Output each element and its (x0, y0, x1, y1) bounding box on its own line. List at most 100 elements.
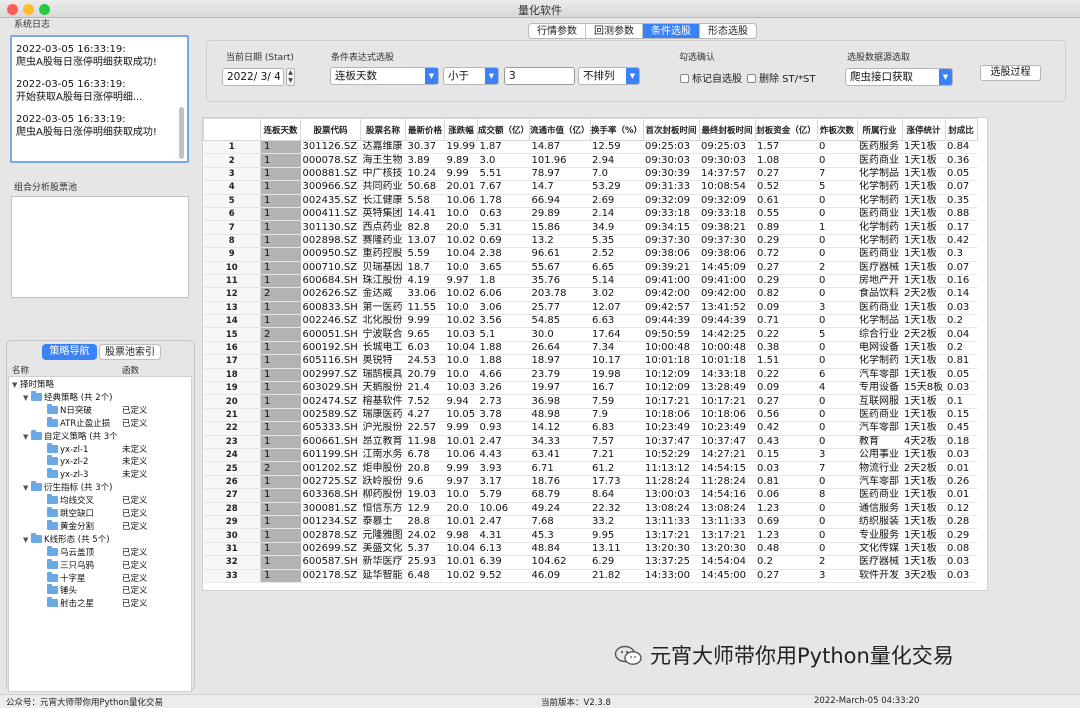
log-scrollbar[interactable] (179, 107, 184, 159)
table-cell: 0.88 (945, 207, 978, 222)
system-log-box[interactable]: 2022-03-05 16:33:19: 爬虫A股每日涨停明细获取成功! 2022-… (10, 35, 189, 163)
table-row[interactable]: 28 1 300081.SZ 恒信东方 12.9 20.0 10.06 49.24 22.32 1… (203, 502, 978, 516)
table-row[interactable]: 16 1 600192.SH 长城电工 6.03 10.04 1.88 26.64 7.34 10… (203, 341, 978, 356)
table-row[interactable]: 17 1 605116.SH 奥锐特 24.53 10.0 1.88 18.97 10.17 10… (203, 354, 978, 369)
date-stepper[interactable]: ▲ ▼ (286, 68, 295, 86)
table-cell: 奥锐特 (360, 354, 406, 369)
condition-operator-select[interactable]: 小于 ▼ (443, 67, 499, 85)
tree-item[interactable]: ATR止盈止损 (47, 416, 110, 431)
tab-3[interactable]: 条件选股 (643, 24, 700, 38)
table-row[interactable]: 11 1 600684.SH 珠江股份 4.19 9.97 1.8 35.76 5.14 09:4… (203, 274, 978, 289)
tree-item[interactable]: 三只乌鸦 (47, 558, 94, 573)
column-header[interactable]: 换手率（%） (589, 118, 644, 141)
column-header[interactable]: 股票代码 (300, 118, 361, 141)
limit-up-table[interactable]: 连板天数 股票代码 股票名称 最新价格 涨跌幅 成交额（亿） 流通市值（亿） 换手率（%） 首次… (202, 117, 988, 591)
column-header[interactable]: 涨停统计 (901, 118, 946, 141)
column-header[interactable]: 封板资金（亿） (754, 118, 818, 141)
table-cell: 3 (817, 448, 858, 463)
remove-st-checkbox[interactable]: 删除 ST/*ST (747, 70, 815, 85)
column-header[interactable]: 封成比 (944, 118, 978, 141)
folder-icon (47, 584, 58, 595)
column-header[interactable]: 涨跌幅 (444, 118, 478, 141)
table-row[interactable]: 12 2 002626.SZ 金达威 33.06 10.02 6.06 203.78 3.02 0… (203, 287, 978, 302)
column-header[interactable]: 最终封板时间 (698, 118, 756, 141)
column-header[interactable]: 所属行业 (856, 118, 903, 141)
table-cell: 300966.SZ (300, 180, 361, 195)
column-header[interactable]: 连板天数 (260, 118, 301, 141)
tree-item[interactable]: yx-zl-3 (47, 468, 88, 482)
data-source-select[interactable]: 爬虫接口获取 ▼ (845, 68, 953, 86)
table-cell: 炬申股份 (360, 461, 406, 476)
table-row[interactable]: 24 1 601199.SH 江南水务 6.78 10.06 4.43 63.41 7.21 10… (203, 448, 978, 463)
tree-item[interactable]: 十字星 (47, 571, 86, 586)
tree-item[interactable]: yx-zl-1 (47, 442, 88, 457)
condition-value-input[interactable]: 3 (504, 67, 575, 85)
column-header[interactable]: 首次封板时间 (642, 118, 700, 141)
sort-order-select[interactable]: 不排列 ▼ (578, 67, 640, 85)
tree-group[interactable]: ▼ 自定义策略 (共 3个 (23, 429, 118, 444)
column-header[interactable]: 最新价格 (405, 118, 445, 141)
table-row[interactable]: 9 1 000950.SZ 重药控股 5.59 10.04 2.38 96.61 2.52 09:… (203, 247, 978, 262)
table-row[interactable]: 19 1 603029.SH 天鹅股份 21.4 10.03 3.26 19.97 16.7 10… (203, 381, 978, 396)
tab-strategy-nav[interactable]: 策略导航 (42, 344, 97, 360)
column-header[interactable]: 成交额（亿） (476, 118, 531, 141)
table-row[interactable]: 8 1 002898.SZ 赛隆药业 13.07 10.02 0.69 13.2 5.35 09:… (203, 234, 978, 249)
tab-2[interactable]: 回测参数 (586, 24, 643, 38)
table-cell: 4.27 (405, 408, 445, 423)
start-date-field[interactable]: 2022/ 3/ 4 (222, 68, 284, 86)
table-row[interactable]: 2 1 000078.SZ 海王生物 3.89 9.89 3.0 101.96 2.94 09:3… (203, 153, 978, 168)
table-cell: 美盛文化 (360, 542, 406, 557)
tree-item[interactable]: 乌云盖顶 (47, 545, 94, 560)
tree-item[interactable]: 黄金分割 (47, 519, 94, 534)
table-row[interactable]: 18 1 002997.SZ 瑞鹄模具 20.79 10.0 4.66 23.79 19.98 1… (203, 368, 978, 383)
condition-field-select[interactable]: 连板天数 ▼ (330, 67, 439, 85)
mark-favorite-checkbox[interactable]: 标记自选股 (680, 70, 742, 85)
table-cell: 11:13:12 (643, 461, 700, 476)
column-header[interactable]: 炸板次数 (816, 118, 858, 141)
table-row[interactable]: 5 1 002435.SZ 长江健康 5.58 10.06 1.78 66.94 2.69 09:… (203, 194, 978, 208)
table-row[interactable]: 25 2 001202.SZ 炬申股份 20.8 9.99 3.93 6.71 61.2 11:1… (203, 461, 978, 476)
table-row[interactable]: 3 1 000881.SZ 中广核技 10.24 9.99 5.51 78.97 7.0 09:3… (203, 167, 978, 182)
column-header[interactable]: 流通市值（亿） (529, 118, 591, 141)
tree-item[interactable]: N日突破 (47, 403, 92, 418)
strategy-tree[interactable]: ▼ 择时策略 ▼ 经典策略 (共 2个) N日突破 已定义 ATR止盈止损 已定义 ▼ 自定义策略… (8, 376, 192, 692)
tree-item[interactable]: 均线交叉 (47, 494, 94, 508)
tree-group[interactable]: ▼ 经典策略 (共 2个) (23, 390, 112, 405)
table-row[interactable]: 32 1 600587.SH 新华医疗 25.93 10.01 6.39 104.62 6.29… (203, 555, 978, 570)
table-row[interactable]: 27 1 603368.SH 柳药股份 19.03 10.0 5.79 68.79 8.64 13… (203, 488, 978, 503)
table-row[interactable]: 20 1 002474.SZ 榕基软件 7.52 9.94 2.73 36.98 7.59 10:… (203, 394, 978, 409)
table-row[interactable]: 14 1 002246.SZ 北化股份 9.99 10.02 3.56 54.85 6.63 09… (203, 314, 978, 329)
table-cell: 30.0 (529, 327, 591, 342)
table-row[interactable]: 33 1 002178.SZ 延华智能 6.48 10.02 9.52 46.09 21.82 1… (203, 569, 978, 583)
column-header[interactable]: 股票名称 (360, 118, 406, 141)
table-row[interactable]: 26 1 002725.SZ 跃岭股份 9.6 9.97 3.17 18.76 17.73 11:… (203, 475, 978, 490)
table-row[interactable]: 22 1 605333.SH 沪光股份 22.57 9.99 0.93 14.12 6.83 10… (203, 421, 978, 436)
table-row[interactable]: 6 1 000411.SZ 英特集团 14.41 10.0 0.63 29.89 2.14 09:… (203, 207, 978, 222)
tree-group[interactable]: ▼ 衍生指标 (共 3个) (23, 481, 112, 495)
table-row[interactable]: 4 1 300966.SZ 共同药业 50.68 20.01 7.67 14.7 53.29 09… (203, 180, 978, 195)
tree-group[interactable]: ▼ K线形态 (共 5个) (23, 532, 110, 547)
tree-item[interactable]: 射击之星 (47, 597, 94, 611)
tree-item[interactable]: yx-zl-2 (47, 455, 88, 469)
table-cell: 10.03 (444, 381, 478, 396)
tab-stock-pool-index[interactable]: 股票池索引 (99, 344, 161, 360)
tree-item[interactable]: 跳空缺口 (47, 507, 94, 521)
stock-pool-list[interactable] (11, 196, 189, 298)
tab-4[interactable]: 形态选股 (700, 24, 756, 38)
table-row[interactable]: 13 1 600833.SH 第一医药 11.55 10.0 3.06 25.77 12.07 0… (203, 301, 978, 316)
selection-process-button[interactable]: 选股过程 (980, 65, 1041, 81)
tab-1[interactable]: 行情参数 (529, 24, 586, 38)
table-row[interactable]: 21 1 002589.SZ 瑞康医药 4.27 10.05 3.78 48.98 7.9 10:… (203, 408, 978, 423)
row-number: 22 (203, 421, 261, 436)
checkbox-icon (680, 74, 689, 83)
table-cell: 10:17:21 (643, 394, 700, 409)
table-row[interactable]: 31 1 002699.SZ 美盛文化 5.37 10.04 6.13 48.84 13.11 1… (203, 542, 978, 557)
table-row[interactable]: 29 1 001234.SZ 泰慕士 28.8 10.01 2.47 7.68 33.2 13:1… (203, 515, 978, 530)
table-row[interactable]: 30 1 002878.SZ 元隆雅图 24.02 9.98 4.31 45.3 9.95 13:… (203, 528, 978, 543)
table-row[interactable]: 23 1 600661.SH 昂立教育 11.98 10.01 2.47 34.33 7.57 1… (203, 435, 978, 449)
table-row[interactable]: 15 2 600051.SH 宁波联合 9.65 10.03 5.1 30.0 17.64 09:… (203, 327, 978, 342)
table-row[interactable]: 1 1 301126.SZ 达嘉维康 30.37 19.99 1.87 14.87 12.59 0… (203, 140, 978, 155)
table-row[interactable]: 7 1 301130.SZ 西点药业 82.8 20.0 5.31 15.86 34.9 09:3… (203, 220, 978, 235)
table-cell: 000078.SZ (300, 153, 361, 168)
table-row[interactable]: 10 1 000710.SZ 贝瑞基因 18.7 10.0 3.65 55.67 6.65 09:… (203, 261, 978, 275)
